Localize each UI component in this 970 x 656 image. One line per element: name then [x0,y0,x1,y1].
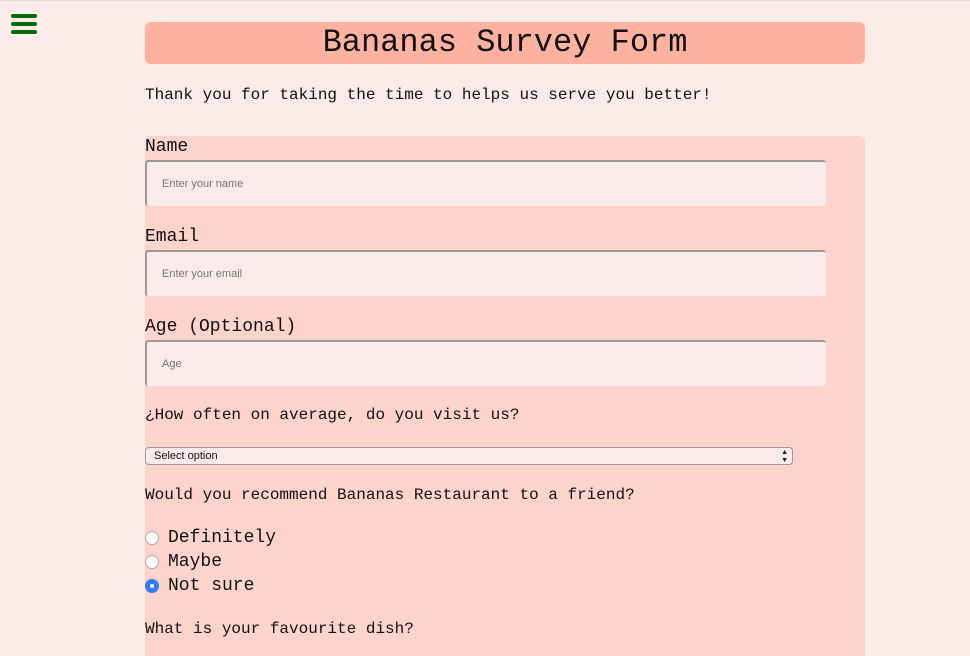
radio-button[interactable] [145,555,159,569]
name-input[interactable] [145,160,826,206]
radio-definitely[interactable]: Definitely [145,528,276,548]
email-label: Email [145,227,200,247]
select-arrows-icon: ▲ ▼ [781,449,788,464]
page-title: Bananas Survey Form [145,22,865,64]
age-input[interactable] [145,340,826,386]
age-label: Age (Optional) [145,317,297,337]
visit-frequency-select[interactable]: Select option ▲ ▼ [145,447,793,465]
radio-button[interactable] [145,579,159,593]
radio-label: Not sure [168,576,255,596]
name-label: Name [145,137,189,157]
visit-question: ¿How often on average, do you visit us? [145,406,520,424]
radio-label: Maybe [168,552,223,572]
dish-question: What is your favourite dish? [145,620,414,638]
email-input[interactable] [145,250,826,296]
hamburger-menu-icon[interactable] [11,14,37,36]
radio-maybe[interactable]: Maybe [145,552,222,572]
select-value: Select option [154,450,218,462]
radio-button[interactable] [145,531,159,545]
radio-not-sure[interactable]: Not sure [145,576,254,596]
recommend-question: Would you recommend Bananas Restaurant t… [145,486,635,504]
radio-label: Definitely [168,528,277,548]
survey-form: Name Email Age (Optional) ¿How often on … [145,136,865,656]
intro-text: Thank you for taking the time to helps u… [145,86,712,104]
